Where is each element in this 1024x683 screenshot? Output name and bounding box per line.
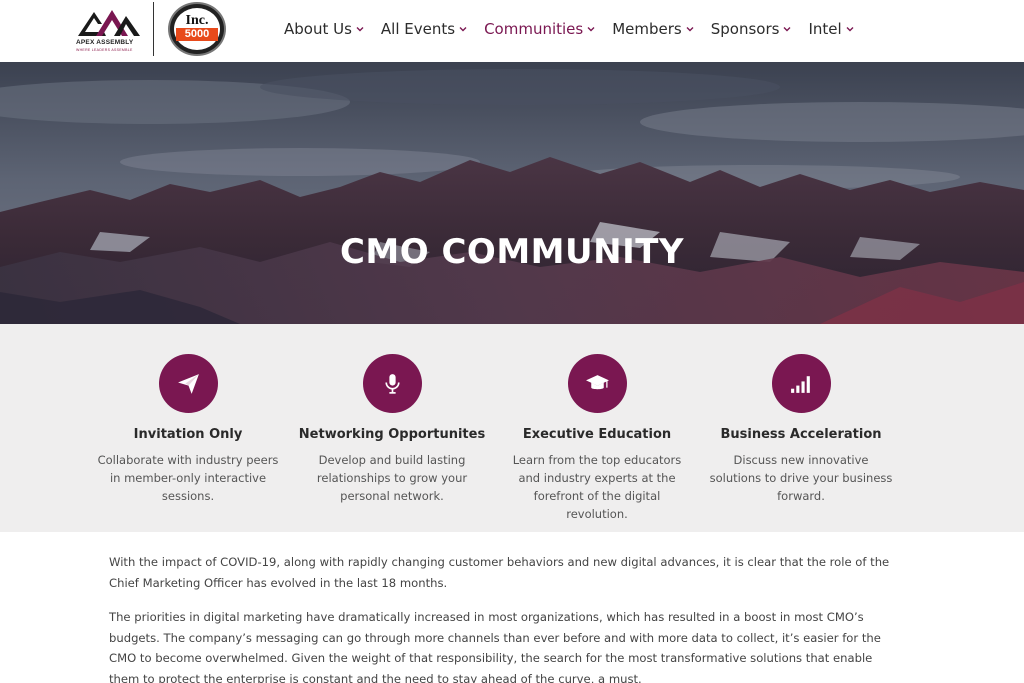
signal-bars-icon [790, 376, 810, 393]
nav-label: Intel [808, 20, 842, 38]
chevron-down-icon [459, 27, 467, 32]
chevron-down-icon [783, 27, 791, 32]
inc-badge-number: 5000 [176, 28, 218, 41]
intro-paragraph: With the impact of COVID-19, along with … [109, 555, 890, 590]
feature-invitation-only: Invitation Only Collaborate with industr… [93, 354, 283, 505]
feature-text: Collaborate with industry peers in membe… [97, 453, 279, 503]
apex-assembly-logo[interactable]: APEX ASSEMBLY WHERE LEADERS ASSEMBLE [76, 6, 142, 54]
nav-members[interactable]: Members [612, 18, 694, 40]
inc-badge-text: Inc. [185, 13, 209, 28]
feature-business-acceleration: Business Acceleration Discuss new innova… [706, 354, 896, 505]
paper-plane-icon [177, 374, 199, 394]
main-nav: About Us All Events Communities Members … [284, 18, 871, 40]
page-title: CMO COMMUNITY [339, 232, 685, 272]
chevron-down-icon [356, 27, 364, 32]
feature-text: Develop and build lasting relationships … [316, 453, 468, 503]
nav-sponsors[interactable]: Sponsors [711, 18, 792, 40]
intro-paragraph: The priorities in digital marketing have… [109, 610, 881, 683]
feature-icon-circle [158, 354, 218, 413]
logo-divider [153, 2, 154, 56]
feature-icon-circle [771, 354, 831, 413]
feature-text: Learn from the top educators and industr… [512, 453, 682, 521]
nav-label: Members [612, 20, 682, 38]
nav-about-us[interactable]: About Us [284, 18, 364, 40]
feature-icon-circle [567, 354, 627, 413]
feature-title: Business Acceleration [720, 427, 882, 442]
feature-icon-circle [362, 354, 422, 413]
feature-title: Executive Education [522, 427, 672, 442]
feature-executive-education: Executive Education Learn from the top e… [502, 354, 692, 523]
nav-intel[interactable]: Intel [808, 18, 854, 40]
site-header: APEX ASSEMBLY WHERE LEADERS ASSEMBLE Inc… [0, 0, 1024, 62]
chevron-down-icon [846, 27, 854, 32]
hero-title-wrap: CMO COMMUNITY [0, 232, 1024, 272]
nav-label: About Us [284, 20, 352, 38]
chevron-down-icon [686, 27, 694, 32]
brand-name: APEX ASSEMBLY [76, 39, 134, 46]
features-section: Invitation Only Collaborate with industr… [0, 324, 1024, 532]
nav-label: Sponsors [710, 20, 780, 38]
intro-content: With the impact of COVID-19, along with … [109, 552, 899, 683]
feature-title: Invitation Only [133, 427, 243, 442]
feature-title: Networking Opportunites [298, 427, 486, 442]
hero-banner: CMO COMMUNITY [0, 62, 1024, 324]
microphone-icon [384, 374, 400, 394]
apex-logo-mark-icon [78, 10, 140, 36]
chevron-down-icon [587, 27, 595, 32]
nav-communities[interactable]: Communities [484, 18, 595, 40]
nav-label: All Events [380, 20, 456, 38]
inc-5000-badge: Inc. 5000 [168, 2, 226, 56]
mountain-background-image [0, 62, 1024, 324]
feature-networking: Networking Opportunites Develop and buil… [297, 354, 487, 505]
feature-text: Discuss new innovative solutions to driv… [709, 453, 893, 503]
nav-all-events[interactable]: All Events [381, 18, 467, 40]
graduation-cap-icon [585, 375, 609, 390]
brand-tagline: WHERE LEADERS ASSEMBLE [76, 48, 133, 52]
nav-label: Communities [484, 20, 584, 38]
